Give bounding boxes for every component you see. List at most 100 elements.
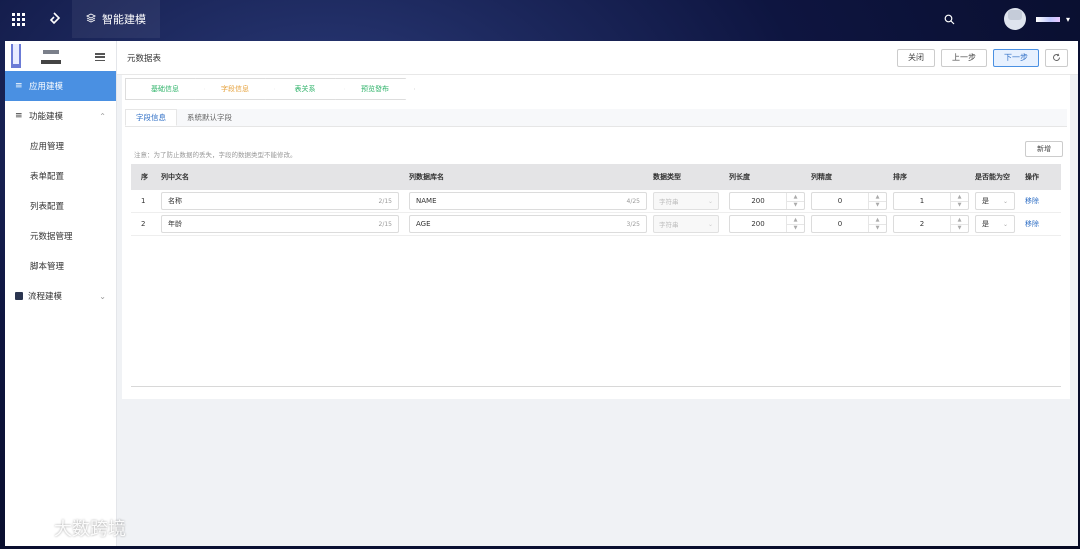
chevron-down-icon: ⌄ bbox=[707, 220, 713, 228]
notice-text: 注意：为了防止数据的丢失，字段的数据类型不能修改。 bbox=[134, 151, 297, 159]
chevron-down-icon: ⌄ bbox=[1002, 220, 1008, 228]
length-stepper[interactable]: 200 ▲ ▼ bbox=[729, 192, 805, 210]
sidebar-item-app-modeling[interactable]: ≡ 应用建模 bbox=[5, 71, 116, 101]
increment-icon[interactable]: ▲ bbox=[787, 193, 804, 202]
increment-icon[interactable]: ▲ bbox=[787, 216, 804, 225]
char-count: 4/25 bbox=[626, 197, 640, 205]
app-tab-label: 智能建模 bbox=[102, 13, 146, 26]
col-header-length: 列长度 bbox=[729, 173, 750, 181]
db-name-input[interactable]: NAME 4/25 bbox=[409, 192, 647, 210]
sidebar: ≡ 应用建模 ≡ 功能建模 ⌃ 应用管理 表单配置 列表配置 元数据管理 脚本管… bbox=[5, 41, 117, 546]
chevron-down-icon: ⌄ bbox=[99, 291, 106, 301]
col-header-db-name: 列数据库名 bbox=[409, 173, 444, 181]
content-area: 元数据表 关闭 上一步 下一步 基础信息 字段信息 表关系 预览發布 字段信息 … bbox=[117, 41, 1078, 546]
nullable-select[interactable]: 是 ⌄ bbox=[975, 215, 1015, 233]
col-header-nullable: 是否能为空 bbox=[975, 173, 1010, 181]
field-table: 序 列中文名 列数据库名 数据类型 列长度 列精度 排序 是否能为空 操作 1 … bbox=[131, 164, 1061, 236]
sidebar-subitem-list-config[interactable]: 列表配置 bbox=[5, 191, 116, 221]
remove-link[interactable]: 移除 bbox=[1025, 220, 1039, 228]
precision-stepper[interactable]: 0 ▲ ▼ bbox=[811, 192, 887, 210]
data-type-select[interactable]: 字符串 ⌄ bbox=[653, 215, 719, 233]
decrement-icon[interactable]: ▼ bbox=[951, 225, 968, 233]
table-row: 2 年龄 2/15 AGE 3/25 字符串 ⌄ 200 ▲ ▼ 0 ▲ ▼ 2 ▲ ▼ 是 ⌄ 移… bbox=[131, 213, 1061, 236]
menu-collapse-icon[interactable] bbox=[95, 53, 105, 61]
chevron-down-icon: ⌄ bbox=[1002, 197, 1008, 205]
precision-stepper[interactable]: 0 ▲ ▼ bbox=[811, 215, 887, 233]
data-type-select[interactable]: 字符串 ⌄ bbox=[653, 192, 719, 210]
step-field-info[interactable]: 字段信息 bbox=[195, 78, 275, 100]
table-divider bbox=[131, 386, 1061, 387]
length-stepper[interactable]: 200 ▲ ▼ bbox=[729, 215, 805, 233]
flow-icon bbox=[15, 292, 23, 300]
tab-system-default-fields[interactable]: 系統默认字段 bbox=[177, 109, 242, 126]
step-basic-info[interactable]: 基础信息 bbox=[125, 78, 205, 100]
app-tab-smart-modeling[interactable]: 智能建模 bbox=[72, 0, 160, 38]
chevron-down-icon[interactable]: ▾ bbox=[1066, 15, 1070, 24]
col-header-operation: 操作 bbox=[1025, 173, 1039, 181]
increment-icon[interactable]: ▲ bbox=[951, 216, 968, 225]
user-name-redacted[interactable] bbox=[1035, 16, 1060, 22]
step-table-relation[interactable]: 表关系 bbox=[265, 78, 345, 100]
watermark-logo-icon bbox=[10, 517, 50, 539]
sidebar-item-label: 流程建模 bbox=[28, 292, 63, 302]
apps-grid-icon[interactable] bbox=[0, 1, 36, 37]
col-header-index: 序 bbox=[141, 173, 148, 181]
increment-icon[interactable]: ▲ bbox=[869, 193, 886, 202]
chevron-up-icon: ⌃ bbox=[99, 111, 106, 121]
decrement-icon[interactable]: ▼ bbox=[951, 202, 968, 210]
logo-icon[interactable] bbox=[36, 1, 72, 37]
step-preview-publish[interactable]: 预览發布 bbox=[335, 78, 415, 100]
sidebar-subitem-metadata-management[interactable]: 元数据管理 bbox=[5, 221, 116, 251]
col-header-sort: 排序 bbox=[893, 173, 907, 181]
increment-icon[interactable]: ▲ bbox=[951, 193, 968, 202]
avatar[interactable] bbox=[1003, 8, 1026, 30]
sidebar-subitem-script-management[interactable]: 脚本管理 bbox=[5, 251, 116, 281]
increment-icon[interactable]: ▲ bbox=[869, 216, 886, 225]
next-step-button[interactable]: 下一步 bbox=[993, 48, 1039, 67]
page-title: 元数据表 bbox=[127, 53, 162, 64]
step-indicator: 基础信息 字段信息 表关系 预览發布 bbox=[125, 78, 415, 100]
char-count: 2/15 bbox=[378, 220, 392, 228]
row-index: 2 bbox=[141, 220, 146, 228]
refresh-icon[interactable] bbox=[1045, 48, 1068, 67]
add-field-button[interactable]: 新增 bbox=[1025, 141, 1063, 157]
row-index: 1 bbox=[141, 197, 146, 205]
watermark: 大数跨境 bbox=[10, 515, 126, 541]
content-header: 元数据表 关闭 上一步 下一步 bbox=[117, 41, 1078, 75]
table-row: 1 名称 2/15 NAME 4/25 字符串 ⌄ 200 ▲ ▼ 0 ▲ ▼ 1 ▲ ▼ 是 ⌄ … bbox=[131, 190, 1061, 213]
list-icon: ≡ bbox=[15, 81, 23, 91]
prev-step-button[interactable]: 上一步 bbox=[941, 48, 987, 67]
decrement-icon[interactable]: ▼ bbox=[869, 225, 886, 233]
top-bar: 智能建模 ▾ bbox=[0, 0, 1080, 38]
nullable-select[interactable]: 是 ⌄ bbox=[975, 192, 1015, 210]
decrement-icon[interactable]: ▼ bbox=[869, 202, 886, 210]
main-frame: ≡ 应用建模 ≡ 功能建模 ⌃ 应用管理 表单配置 列表配置 元数据管理 脚本管… bbox=[5, 41, 1078, 546]
cn-name-input[interactable]: 名称 2/15 bbox=[161, 192, 399, 210]
sidebar-item-function-modeling[interactable]: ≡ 功能建模 ⌃ bbox=[5, 101, 116, 131]
col-header-precision: 列精度 bbox=[811, 173, 832, 181]
field-tabs: 字段信息 系統默认字段 bbox=[125, 109, 1067, 127]
tab-field-info[interactable]: 字段信息 bbox=[125, 109, 177, 126]
col-header-cn-name: 列中文名 bbox=[161, 173, 189, 181]
char-count: 2/15 bbox=[378, 197, 392, 205]
col-header-data-type: 数据类型 bbox=[653, 173, 681, 181]
decrement-icon[interactable]: ▼ bbox=[787, 202, 804, 210]
remove-link[interactable]: 移除 bbox=[1025, 197, 1039, 205]
sort-stepper[interactable]: 2 ▲ ▼ bbox=[893, 215, 969, 233]
char-count: 3/25 bbox=[626, 220, 640, 228]
db-name-input[interactable]: AGE 3/25 bbox=[409, 215, 647, 233]
header-actions: 关闭 上一步 下一步 bbox=[897, 48, 1068, 67]
sidebar-item-label: 功能建模 bbox=[29, 112, 64, 122]
layers-icon bbox=[85, 12, 97, 26]
sidebar-subitem-form-config[interactable]: 表单配置 bbox=[5, 161, 116, 191]
search-icon[interactable] bbox=[938, 7, 962, 31]
list-icon: ≡ bbox=[15, 111, 23, 121]
sidebar-header bbox=[5, 41, 116, 71]
cn-name-input[interactable]: 年龄 2/15 bbox=[161, 215, 399, 233]
sidebar-item-flow-modeling[interactable]: 流程建模 ⌄ bbox=[5, 281, 116, 311]
sort-stepper[interactable]: 1 ▲ ▼ bbox=[893, 192, 969, 210]
sidebar-subitem-app-management[interactable]: 应用管理 bbox=[5, 131, 116, 161]
decrement-icon[interactable]: ▼ bbox=[787, 225, 804, 233]
close-button[interactable]: 关闭 bbox=[897, 48, 935, 67]
form-card: 基础信息 字段信息 表关系 预览發布 字段信息 系統默认字段 注意：为了防止数据… bbox=[122, 75, 1070, 399]
